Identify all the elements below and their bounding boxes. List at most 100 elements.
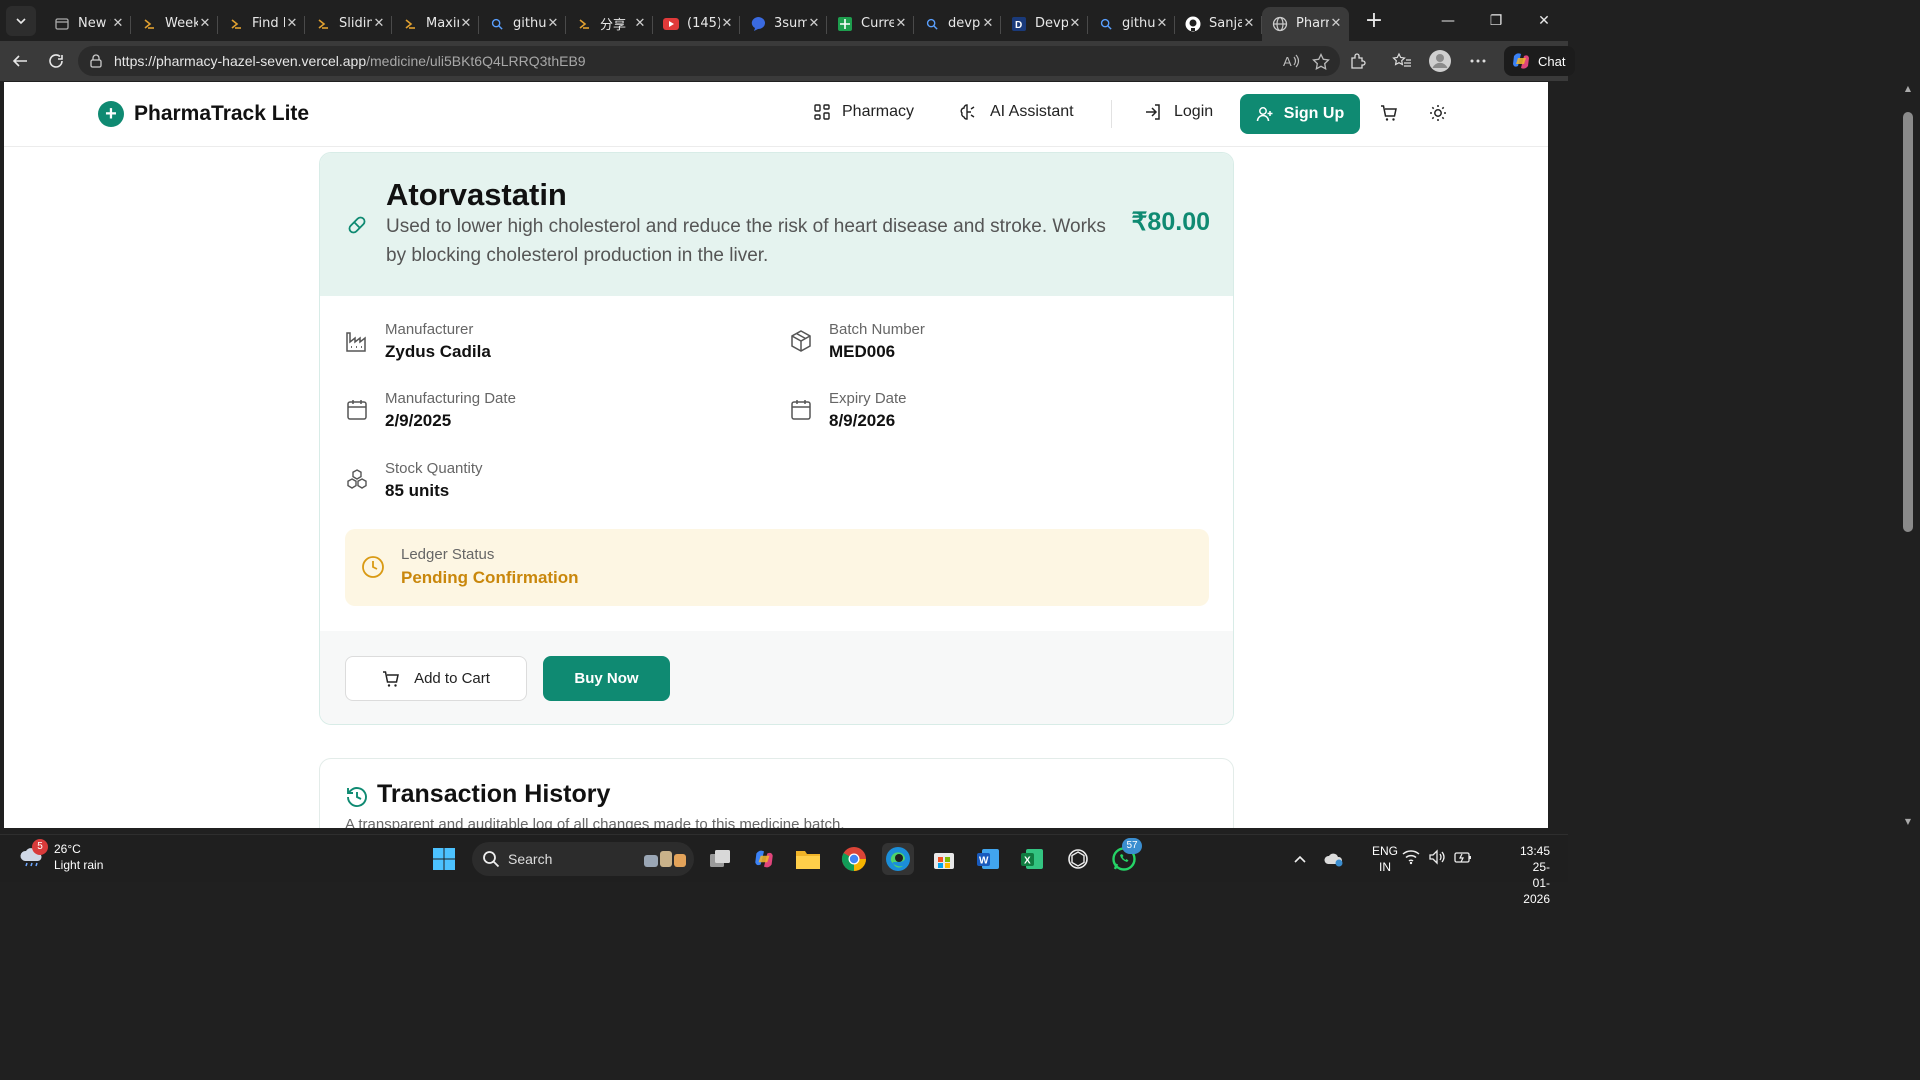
- clock[interactable]: 13:45 25-01-2026: [1520, 843, 1550, 907]
- expiry-date-label: Expiry Date: [829, 390, 907, 407]
- chat-label: Chat: [1538, 53, 1566, 69]
- browser-tab[interactable]: Curre ✕: [827, 7, 914, 41]
- weather-widget[interactable]: 5 26°C Light rain: [18, 839, 103, 873]
- page-viewport: + PharmaTrack Lite Pharmacy AI Assistant…: [4, 82, 1548, 828]
- nav-pharmacy[interactable]: Pharmacy: [814, 103, 914, 121]
- show-hidden-icons-button[interactable]: [1288, 845, 1312, 873]
- stock-label: Stock Quantity: [385, 460, 483, 477]
- close-tab-icon[interactable]: ✕: [459, 16, 473, 31]
- new-tab-button[interactable]: +: [1359, 6, 1389, 36]
- onedrive-button[interactable]: [1322, 845, 1346, 873]
- restore-button[interactable]: ❐: [1472, 0, 1520, 41]
- close-tab-icon[interactable]: ✕: [372, 16, 386, 31]
- chevron-down-icon: [16, 17, 26, 24]
- close-window-button[interactable]: ✕: [1520, 0, 1568, 41]
- browser-tab[interactable]: githu ✕: [1088, 7, 1175, 41]
- copilot-taskbar-button[interactable]: [748, 843, 780, 875]
- browser-tab[interactable]: Sanja ✕: [1175, 7, 1262, 41]
- browser-tab[interactable]: Find Ir✕: [218, 7, 305, 41]
- taskbar-search[interactable]: Search: [472, 842, 694, 876]
- more-dots-icon: [1470, 59, 1486, 63]
- scroll-down-arrow[interactable]: ▼: [1904, 817, 1912, 826]
- close-tab-icon[interactable]: ✕: [546, 16, 560, 31]
- tab-actions-menu[interactable]: [6, 5, 36, 36]
- scroll-up-arrow[interactable]: ▲: [1904, 84, 1912, 93]
- nav-login[interactable]: Login: [1144, 103, 1213, 121]
- close-tab-icon[interactable]: ✕: [720, 16, 734, 31]
- cart-button[interactable]: [1380, 104, 1398, 122]
- buy-now-button[interactable]: Buy Now: [543, 656, 670, 701]
- settings-more-button[interactable]: [1462, 45, 1494, 77]
- page-scrollbar[interactable]: ▲ ▼: [1900, 82, 1916, 828]
- pill-icon: [345, 213, 369, 237]
- tab-title: Weekly: [165, 16, 198, 31]
- file-explorer-button[interactable]: [792, 843, 824, 875]
- word-button[interactable]: W: [972, 843, 1004, 875]
- region-code: IN: [1378, 860, 1391, 874]
- excel-button[interactable]: X: [1016, 843, 1048, 875]
- sign-up-button[interactable]: Sign Up: [1240, 94, 1360, 134]
- close-tab-icon[interactable]: ✕: [1155, 16, 1169, 31]
- close-tab-icon[interactable]: ✕: [807, 16, 821, 31]
- browser-tab[interactable]: githu ✕: [479, 7, 566, 41]
- favorite-star-icon[interactable]: [1312, 53, 1330, 71]
- close-tab-icon[interactable]: ✕: [633, 16, 647, 31]
- minimize-button[interactable]: —: [1424, 0, 1472, 41]
- start-button[interactable]: [428, 843, 460, 875]
- nav-ai-assistant[interactable]: AI Assistant: [960, 103, 1074, 121]
- tab-active[interactable]: Pharr ✕: [1262, 6, 1349, 41]
- search-label: Search: [508, 851, 553, 867]
- close-tab-icon[interactable]: ✕: [1068, 16, 1082, 31]
- calendar-icon: [789, 398, 813, 422]
- chatgpt-button[interactable]: [1062, 843, 1094, 875]
- arrow-icon: [402, 16, 418, 32]
- language-indicator[interactable]: ENG IN: [1372, 843, 1398, 875]
- store-button[interactable]: [928, 843, 960, 875]
- copilot-chat-button[interactable]: Chat: [1504, 46, 1576, 76]
- whatsapp-button[interactable]: 57: [1108, 838, 1142, 875]
- refresh-button[interactable]: [38, 43, 74, 79]
- brand[interactable]: + PharmaTrack Lite: [98, 101, 309, 127]
- calendar-icon: [345, 398, 369, 422]
- tab-title: (145): [687, 16, 720, 31]
- buy-now-label: Buy Now: [574, 670, 639, 687]
- chrome-button[interactable]: [838, 843, 870, 875]
- close-tab-icon[interactable]: ✕: [894, 16, 908, 31]
- tab-title: Sanja: [1209, 16, 1242, 31]
- stock-quantity-field: Stock Quantity 85 units: [345, 460, 483, 501]
- close-tab-icon[interactable]: ✕: [111, 16, 125, 31]
- close-tab-icon[interactable]: ✕: [1242, 16, 1256, 31]
- theme-toggle-button[interactable]: [1429, 104, 1447, 122]
- read-aloud-icon[interactable]: A: [1282, 53, 1300, 69]
- browser-tab[interactable]: 分享 ✕: [566, 7, 653, 41]
- close-tab-icon[interactable]: ✕: [1329, 16, 1343, 31]
- browser-tab[interactable]: Sliding✕: [305, 7, 392, 41]
- window-controls: — ❐ ✕: [1424, 0, 1568, 41]
- favorites-list-icon: [1392, 52, 1411, 67]
- back-button[interactable]: [2, 43, 38, 79]
- excel-icon: X: [1021, 849, 1043, 869]
- profile-button[interactable]: [1424, 45, 1456, 77]
- site-info-icon[interactable]: [88, 53, 104, 69]
- extensions-button[interactable]: [1342, 45, 1374, 77]
- search-icon: [489, 16, 505, 32]
- browser-tab[interactable]: New tab✕: [44, 7, 131, 41]
- close-tab-icon[interactable]: ✕: [198, 16, 212, 31]
- edge-button[interactable]: [882, 843, 914, 875]
- browser-tab[interactable]: Maxim✕: [392, 7, 479, 41]
- close-tab-icon[interactable]: ✕: [981, 16, 995, 31]
- browser-tab[interactable]: devp ✕: [914, 7, 1001, 41]
- nav-login-label: Login: [1174, 103, 1214, 120]
- quick-settings[interactable]: [1402, 849, 1472, 865]
- close-tab-icon[interactable]: ✕: [285, 16, 299, 31]
- browser-tab[interactable]: 3sum ✕: [740, 7, 827, 41]
- scrollbar-thumb[interactable]: [1903, 112, 1913, 532]
- browser-tab[interactable]: D Devp ✕: [1001, 7, 1088, 41]
- browser-tab[interactable]: Weekly✕: [131, 7, 218, 41]
- favorites-button[interactable]: [1386, 45, 1418, 77]
- add-to-cart-button[interactable]: Add to Cart: [345, 656, 527, 701]
- address-bar[interactable]: https://pharmacy-hazel-seven.vercel.app/…: [78, 46, 1340, 76]
- task-view-button[interactable]: [704, 843, 736, 875]
- tab-title: 3sum: [774, 16, 807, 31]
- browser-tab[interactable]: (145) ✕: [653, 7, 740, 41]
